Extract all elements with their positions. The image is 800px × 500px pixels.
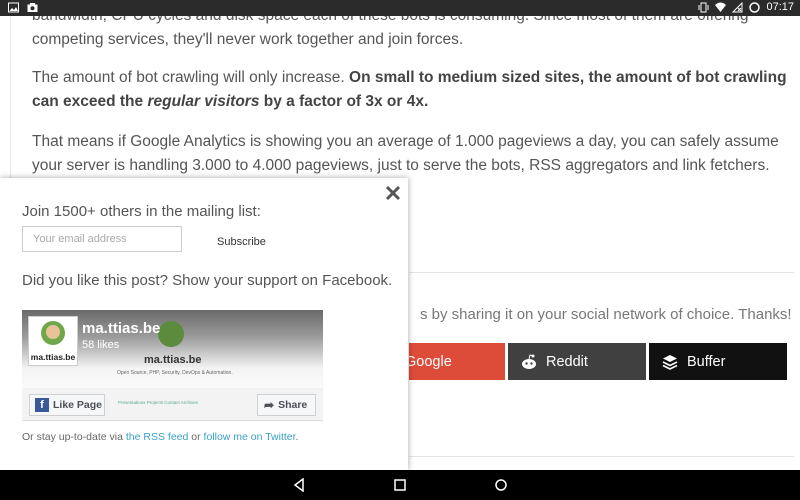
recents-icon[interactable] bbox=[494, 478, 508, 492]
follow-middle: or bbox=[188, 431, 204, 443]
email-input[interactable] bbox=[22, 226, 182, 252]
follow-text: Or stay up-to-date via the RSS feed or f… bbox=[22, 431, 298, 443]
thumbnail-caption: ma.ttias.be bbox=[30, 352, 76, 362]
back-icon[interactable] bbox=[292, 478, 306, 492]
no-signal-icon bbox=[732, 1, 743, 12]
share-label: Share bbox=[278, 399, 308, 411]
image-notification-icon bbox=[8, 2, 19, 13]
share-arrow-icon: ➦ bbox=[264, 398, 275, 412]
status-bar: 07:17 bbox=[0, 0, 800, 16]
vibrate-icon bbox=[698, 2, 709, 12]
subscribe-button[interactable]: Subscribe bbox=[217, 236, 266, 248]
share-prompt: s by sharing it on your social network o… bbox=[420, 306, 792, 323]
camera-notification-icon bbox=[27, 3, 38, 12]
reddit-label: Reddit bbox=[546, 353, 588, 370]
divider bbox=[409, 272, 794, 273]
share-buffer-button[interactable]: Buffer bbox=[649, 343, 787, 380]
mailing-list-label: Join 1500+ others in the mailing list: bbox=[22, 203, 261, 220]
buffer-label: Buffer bbox=[687, 353, 726, 370]
cover-title: ma.ttias.be bbox=[144, 354, 202, 366]
wifi-icon bbox=[715, 2, 727, 12]
battery-icon bbox=[749, 1, 761, 13]
close-icon[interactable] bbox=[384, 184, 402, 202]
buffer-icon bbox=[662, 354, 678, 370]
p1-italic: regular visitors bbox=[147, 93, 260, 110]
share-reddit-button[interactable]: Reddit bbox=[508, 343, 646, 380]
avatar-face bbox=[46, 325, 60, 339]
reddit-icon bbox=[522, 353, 536, 369]
p1-text: The amount of bot crawling will only inc… bbox=[32, 69, 350, 86]
facebook-prompt: Did you like this post? Show your suppor… bbox=[22, 272, 393, 289]
like-page-button[interactable]: f Like Page bbox=[29, 394, 105, 416]
subscribe-popup: Join 1500+ others in the mailing list: S… bbox=[0, 178, 408, 470]
like-page-label: Like Page bbox=[53, 399, 103, 411]
page-thumbnail[interactable]: ma.ttias.be bbox=[28, 316, 78, 366]
twitter-link[interactable]: follow me on Twitter bbox=[204, 431, 296, 443]
p1-bold-b: by a factor of 3x or 4x. bbox=[259, 93, 429, 110]
navigation-bar bbox=[0, 470, 800, 500]
home-icon[interactable] bbox=[393, 478, 407, 492]
facebook-page-widget[interactable]: ma.ttias.be Open Source, PHP, Security, … bbox=[22, 310, 323, 421]
divider-bottom bbox=[409, 456, 794, 457]
share-google-button[interactable]: Google bbox=[405, 343, 505, 380]
facebook-share-button[interactable]: ➦ Share bbox=[257, 394, 316, 416]
rss-feed-link[interactable]: the RSS feed bbox=[126, 431, 188, 443]
cover-subtitle: Open Source, PHP, Security, DevOps & Aut… bbox=[117, 370, 233, 376]
clock: 07:17 bbox=[766, 1, 794, 13]
page-name[interactable]: ma.ttias.be bbox=[82, 320, 160, 337]
follow-prefix: Or stay up-to-date via bbox=[22, 431, 126, 443]
google-label: Google bbox=[405, 353, 452, 370]
paragraph-crawling: The amount of bot crawling will only inc… bbox=[32, 66, 792, 114]
facebook-icon: f bbox=[35, 398, 49, 412]
page-likes: 58 likes bbox=[82, 339, 120, 351]
cover-avatar bbox=[158, 321, 184, 347]
follow-suffix: . bbox=[295, 431, 299, 443]
cover-menu: Presentations Projects Contact Archives bbox=[118, 400, 199, 405]
paragraph-analytics: That means if Google Analytics is showin… bbox=[32, 133, 779, 174]
